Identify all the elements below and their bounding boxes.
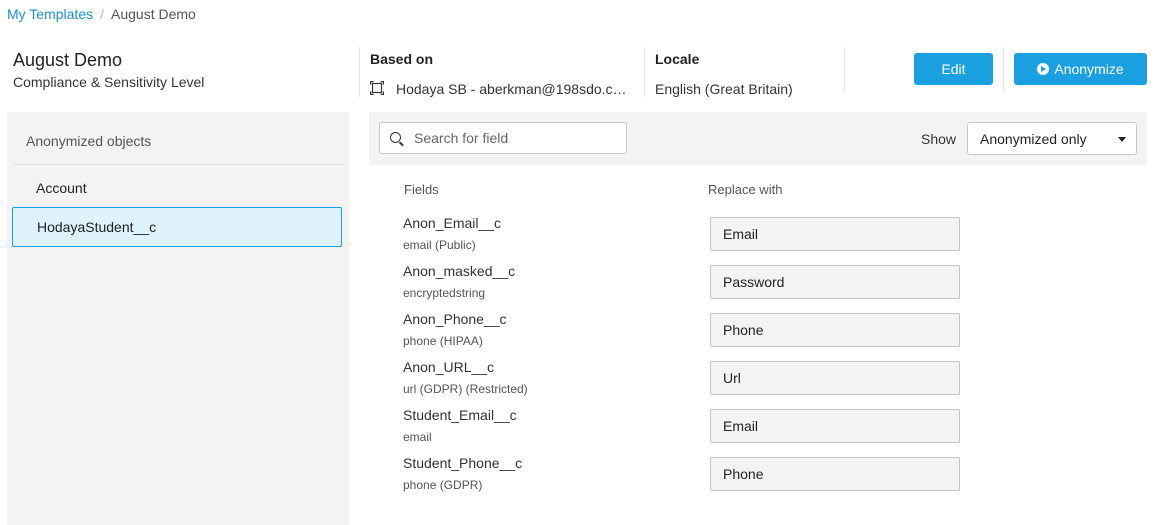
object-item-account[interactable]: Account <box>12 168 342 208</box>
anonymize-button[interactable]: Anonymize <box>1014 53 1147 85</box>
show-filter-value: Anonymized only <box>980 131 1087 147</box>
based-on-value: Hodaya SB - aberkman@198sdo.c… <box>396 81 627 97</box>
search-icon <box>390 132 401 143</box>
header-divider <box>644 47 645 97</box>
locale-value: English (Great Britain) <box>655 81 793 97</box>
field-type: encryptedstring <box>403 286 486 300</box>
field-type: email (Public) <box>403 238 476 252</box>
search-box <box>379 122 627 154</box>
panel-divider <box>14 164 344 165</box>
replace-input[interactable] <box>710 313 960 347</box>
anonymize-button-label: Anonymize <box>1054 61 1124 77</box>
header-divider <box>1003 47 1004 92</box>
breadcrumb-my-templates[interactable]: My Templates <box>7 6 93 22</box>
field-name: Anon_Phone__c <box>403 311 507 327</box>
show-label: Show <box>921 131 957 147</box>
page-title: August Demo <box>13 50 123 70</box>
replace-input[interactable] <box>710 217 960 251</box>
header-divider <box>359 47 360 97</box>
replace-with-column-header: Replace with <box>708 182 783 197</box>
chevron-down-icon <box>1118 137 1126 142</box>
field-name: Anon_Email__c <box>403 215 502 231</box>
replace-input[interactable] <box>710 265 960 299</box>
field-toolbar: Show Anonymized only <box>369 112 1147 165</box>
field-type: phone (GDPR) <box>403 478 483 492</box>
fields-column-header: Fields <box>404 182 439 197</box>
field-name: Student_Email__c <box>403 407 517 423</box>
replace-input[interactable] <box>710 361 960 395</box>
replace-input[interactable] <box>710 457 960 491</box>
edit-button[interactable]: Edit <box>914 53 993 85</box>
panel-title: Anonymized objects <box>26 133 152 149</box>
show-filter-select[interactable]: Anonymized only <box>967 122 1137 155</box>
breadcrumb-separator: / <box>100 6 104 22</box>
anonymized-objects-panel: Anonymized objects Account HodayaStudent… <box>7 112 349 525</box>
edit-button-label: Edit <box>941 61 966 77</box>
field-type: url (GDPR) (Restricted) <box>403 382 528 396</box>
play-circle-icon <box>1037 63 1050 75</box>
field-name: Student_Phone__c <box>403 455 523 471</box>
field-type: phone (HIPAA) <box>403 334 483 348</box>
breadcrumb-current: August Demo <box>111 6 196 22</box>
replace-input[interactable] <box>710 409 960 443</box>
object-item-hodayastudent[interactable]: HodayaStudent__c <box>12 207 342 247</box>
locale-label: Locale <box>655 51 700 67</box>
breadcrumb: My Templates / August Demo <box>7 6 196 22</box>
field-name: Anon_masked__c <box>403 263 516 279</box>
object-item-label: HodayaStudent__c <box>37 219 157 235</box>
page-subtitle: Compliance & Sensitivity Level <box>13 74 205 90</box>
header-divider <box>844 47 845 92</box>
based-on-label: Based on <box>370 51 434 67</box>
org-icon <box>370 81 384 95</box>
object-item-label: Account <box>36 180 87 196</box>
field-name: Anon_URL__c <box>403 359 495 375</box>
search-input[interactable] <box>414 123 622 153</box>
field-type: email <box>403 430 432 444</box>
